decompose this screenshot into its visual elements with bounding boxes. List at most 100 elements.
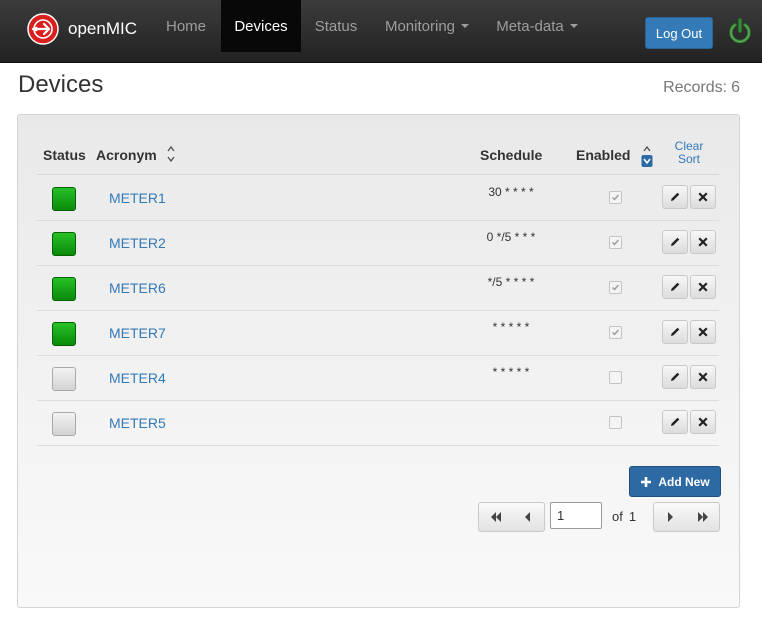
nav-devices-label: Devices: [234, 17, 288, 35]
page-number-input[interactable]: [550, 502, 602, 529]
table-row: METER2 0 */5 * * *: [37, 220, 719, 266]
close-icon: [698, 237, 708, 247]
nav-home-label: Home: [165, 17, 206, 35]
delete-button[interactable]: [690, 230, 716, 254]
table-row: METER7 * * * * *: [37, 310, 719, 356]
table-row: METER5: [37, 400, 719, 446]
brand[interactable]: openMIC: [27, 12, 137, 46]
status-indicator: [52, 322, 76, 346]
logout-label: Log Out: [655, 25, 703, 41]
check-icon: [612, 194, 620, 201]
nav-status[interactable]: Status: [302, 0, 370, 52]
edit-button[interactable]: [662, 275, 688, 299]
power-icon[interactable]: [728, 18, 752, 44]
prev-page-button[interactable]: [511, 502, 545, 532]
enabled-checkbox: [609, 281, 622, 294]
last-page-icon: [697, 512, 708, 522]
plus-icon: [641, 476, 652, 487]
close-icon: [698, 372, 708, 382]
add-new-button[interactable]: Add New: [629, 466, 721, 497]
delete-button[interactable]: [690, 320, 716, 344]
schedule-cell: * * * * *: [492, 320, 530, 334]
edit-button[interactable]: [662, 410, 688, 434]
edit-button[interactable]: [662, 185, 688, 209]
close-icon: [698, 192, 708, 202]
of-label: of: [612, 509, 623, 524]
pencil-icon: [671, 327, 680, 336]
openmic-logo-icon: [27, 13, 59, 45]
header-acronym[interactable]: Acronym: [96, 147, 157, 163]
schedule-cell: 30 * * * *: [488, 185, 534, 199]
nav-monitoring-label: Monitoring: [384, 17, 456, 35]
header-schedule[interactable]: Schedule: [480, 147, 542, 163]
page-title: Devices: [18, 71, 104, 98]
nav-monitoring[interactable]: Monitoring: [372, 0, 482, 52]
chevron-down-icon: [461, 24, 470, 28]
status-indicator: [52, 367, 76, 391]
enabled-checkbox: [609, 191, 622, 204]
enabled-checkbox: [609, 416, 622, 429]
records-label: Records:: [663, 79, 728, 96]
add-new-label: Add New: [658, 474, 710, 489]
nav-status-label: Status: [314, 17, 358, 35]
close-icon: [698, 327, 708, 337]
check-icon: [612, 329, 620, 336]
nav-home[interactable]: Home: [152, 0, 220, 52]
status-indicator: [52, 232, 76, 256]
records-value: 6: [731, 79, 740, 96]
enabled-checkbox: [609, 236, 622, 249]
nav-metadata-label: Meta-data: [496, 17, 564, 35]
table-row: METER6 */5 * * * *: [37, 265, 719, 311]
delete-button[interactable]: [690, 185, 716, 209]
next-page-icon: [668, 512, 673, 522]
logout-button[interactable]: Log Out: [645, 17, 713, 49]
clear-sort-link[interactable]: Clear Sort: [662, 140, 716, 166]
records-count: Records: 6: [663, 79, 740, 97]
acronym-link[interactable]: METER7: [109, 325, 166, 341]
total-pages: 1: [628, 509, 637, 524]
edit-button[interactable]: [662, 320, 688, 344]
nav-devices[interactable]: Devices: [221, 0, 301, 52]
check-icon: [612, 239, 620, 246]
delete-button[interactable]: [690, 275, 716, 299]
pencil-icon: [671, 282, 680, 291]
table-row: METER1 30 * * * *: [37, 175, 719, 221]
table-row: METER4 * * * * *: [37, 355, 719, 401]
page-of-label: of 1: [612, 509, 636, 524]
navbar: openMIC Home Devices Status Monitoring M…: [0, 0, 762, 63]
status-indicator: [52, 412, 76, 436]
enabled-checkbox: [609, 326, 622, 339]
header-enabled[interactable]: Enabled: [576, 147, 630, 163]
first-page-button[interactable]: [478, 502, 513, 532]
schedule-cell: * * * * *: [492, 365, 530, 379]
schedule-cell: */5 * * * *: [487, 275, 535, 289]
enabled-checkbox: [609, 371, 622, 384]
edit-button[interactable]: [662, 365, 688, 389]
brand-name: openMIC: [68, 19, 137, 38]
acronym-link[interactable]: METER5: [109, 415, 166, 431]
first-page-icon: [490, 512, 501, 522]
acronym-link[interactable]: METER2: [109, 235, 166, 251]
close-icon: [698, 417, 708, 427]
prev-page-icon: [525, 512, 530, 522]
chevron-down-icon: [569, 24, 578, 28]
delete-button[interactable]: [690, 410, 716, 434]
nav-metadata[interactable]: Meta-data: [484, 0, 590, 52]
header-status[interactable]: Status: [43, 147, 86, 163]
sort-icon[interactable]: [166, 143, 176, 165]
pencil-icon: [671, 372, 680, 381]
status-indicator: [52, 277, 76, 301]
next-page-button[interactable]: [653, 502, 688, 532]
sort-descending-icon[interactable]: [641, 143, 653, 169]
acronym-link[interactable]: METER6: [109, 280, 166, 296]
edit-button[interactable]: [662, 230, 688, 254]
acronym-link[interactable]: METER4: [109, 370, 166, 386]
acronym-link[interactable]: METER1: [109, 190, 166, 206]
schedule-cell: 0 */5 * * *: [486, 230, 536, 244]
delete-button[interactable]: [690, 365, 716, 389]
close-icon: [698, 282, 708, 292]
pencil-icon: [671, 237, 680, 246]
last-page-button[interactable]: [686, 502, 720, 532]
pencil-icon: [671, 417, 680, 426]
check-icon: [612, 284, 620, 291]
